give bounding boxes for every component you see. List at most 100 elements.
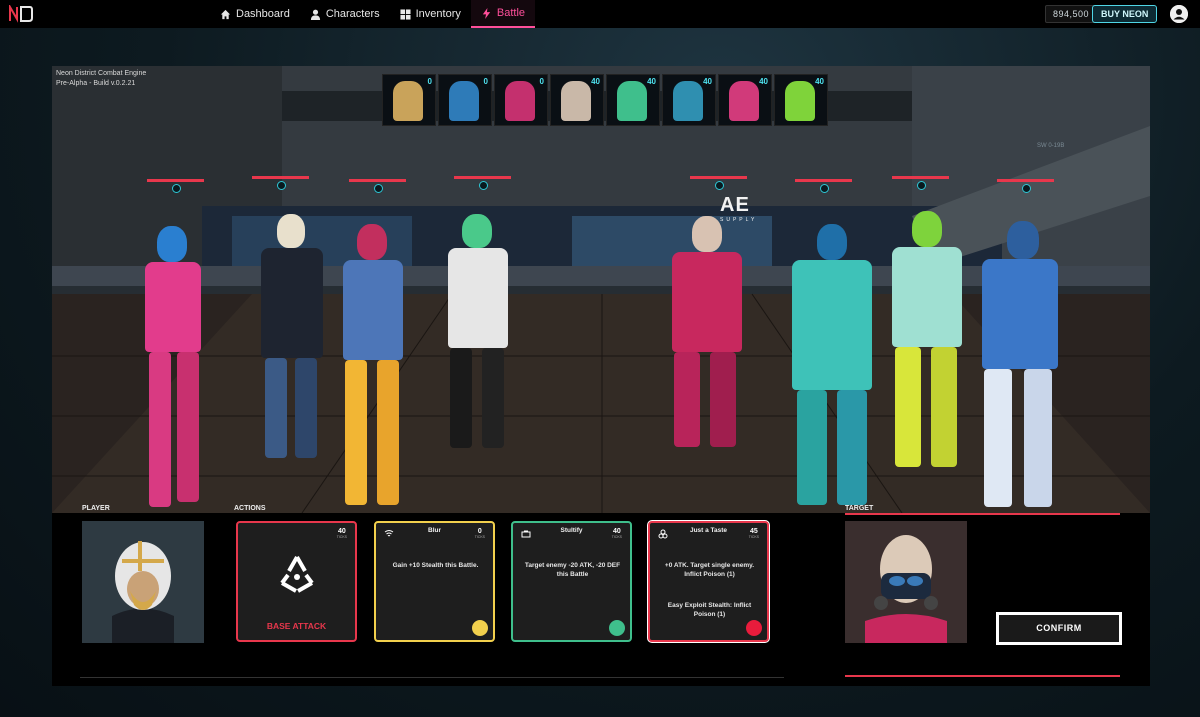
cost-unit: TICKS — [336, 535, 347, 539]
card-description: Gain +10 Stealth this Battle. — [392, 562, 479, 569]
panel-divider — [80, 677, 784, 678]
card-bonus-description: Easy Exploit Stealth: Inflict Poison (1) — [667, 602, 752, 618]
turn-portrait — [617, 81, 647, 121]
status-ring[interactable] — [917, 181, 926, 190]
turn-portrait — [729, 81, 759, 121]
hp-bar — [892, 176, 949, 179]
blur-card[interactable]: Blur 0 TICKS Gain +10 Stealth this Battle… — [374, 521, 495, 642]
stultify-card[interactable]: Stultify 40 TICKS Target enemy -20 ATK, -… — [511, 521, 632, 642]
hp-bar — [997, 179, 1054, 182]
character-enemy[interactable] — [652, 216, 762, 451]
neon-district-logo[interactable] — [8, 5, 34, 23]
battle-scene: Neon District Combat Engine Pre-Alpha - … — [52, 66, 1150, 513]
nav-dashboard-label: Dashboard — [236, 8, 290, 20]
turn-order-slot[interactable]: 0 — [382, 74, 436, 126]
engine-title: Neon District Combat Engine — [56, 70, 147, 77]
confirm-button[interactable]: CONFIRM — [996, 612, 1122, 645]
nav-inventory[interactable]: Inventory — [390, 0, 471, 28]
status-ring[interactable] — [479, 181, 488, 190]
status-ring[interactable] — [277, 181, 286, 190]
turn-tick-count: 40 — [591, 77, 600, 86]
turn-portrait — [505, 81, 535, 121]
card-type-dot — [472, 620, 488, 636]
turn-order-slot[interactable]: 40 — [606, 74, 660, 126]
card-description: +0 ATK. Target single enemy. Inflict Poi… — [664, 562, 755, 578]
recycle-attack-icon — [280, 556, 314, 593]
character-ally[interactable] — [327, 224, 437, 509]
turn-tick-count: 0 — [483, 77, 488, 86]
nav-battle[interactable]: Battle — [470, 0, 536, 28]
sign-title: AE — [720, 194, 750, 216]
cost-value: 40 — [612, 528, 621, 535]
target-portrait — [845, 521, 967, 643]
battle-panel: Neon District Combat Engine Pre-Alpha - … — [52, 66, 1150, 686]
turn-portrait — [449, 81, 479, 121]
turn-tick-count: 0 — [427, 77, 432, 86]
status-ring[interactable] — [374, 184, 383, 193]
engine-build-info: Neon District Combat Engine Pre-Alpha - … — [56, 69, 146, 89]
home-icon — [220, 9, 231, 19]
nav-menu: Dashboard Characters Inventory Battle — [210, 0, 536, 28]
action-panel: PLAYER ACTIONS 40 TICKS BASE ATTACK Blur… — [52, 505, 1150, 686]
card-cost: 40 TICKS — [337, 528, 347, 539]
turn-tick-count: 0 — [539, 77, 544, 86]
character-ally[interactable] — [432, 214, 542, 454]
target-top-line — [845, 513, 1120, 515]
card-cost: 0 TICKS — [475, 528, 485, 539]
cost-unit: TICKS — [474, 535, 485, 539]
nav-characters[interactable]: Characters — [300, 0, 390, 28]
turn-order-slot[interactable]: 40 — [662, 74, 716, 126]
buy-neon-button[interactable]: BUY NEON — [1092, 5, 1158, 23]
neon-balance: 894,500 — [1045, 5, 1098, 23]
base-attack-card[interactable]: 40 TICKS BASE ATTACK — [236, 521, 357, 642]
turn-portrait — [673, 81, 703, 121]
turn-order-slot[interactable]: 40 — [550, 74, 604, 126]
hp-bar — [690, 176, 747, 179]
hp-bar — [454, 176, 511, 179]
hp-bar — [349, 179, 406, 182]
hp-bar — [795, 179, 852, 182]
turn-order-slot[interactable]: 0 — [494, 74, 548, 126]
hp-bar — [147, 179, 204, 182]
nav-inventory-label: Inventory — [415, 8, 461, 20]
nav-dashboard[interactable]: Dashboard — [210, 0, 300, 28]
card-name: BASE ATTACK — [266, 621, 327, 631]
user-avatar-icon[interactable] — [1170, 5, 1188, 23]
turn-order-slot[interactable]: 40 — [718, 74, 772, 126]
status-ring[interactable] — [172, 184, 181, 193]
status-ring[interactable] — [820, 184, 829, 193]
card-cost: 40 TICKS — [612, 528, 622, 539]
top-navbar: Dashboard Characters Inventory Battle 89… — [0, 0, 1200, 28]
target-label: TARGET — [845, 505, 874, 512]
status-ring[interactable] — [715, 181, 724, 190]
turn-tick-count: 40 — [703, 77, 712, 86]
card-description: Target enemy -20 ATK, -20 DEF this Battl… — [524, 562, 621, 578]
person-icon — [310, 9, 320, 20]
grid-icon — [400, 8, 411, 20]
turn-portrait — [561, 81, 591, 121]
player-label: PLAYER — [82, 505, 110, 512]
card-type-dot — [609, 620, 625, 636]
cost-value: 45 — [749, 528, 758, 535]
actions-label: ACTIONS — [234, 505, 266, 512]
hp-bar — [252, 176, 309, 179]
nav-characters-label: Characters — [325, 8, 380, 20]
player-portrait — [82, 521, 204, 643]
character-ally[interactable] — [127, 226, 237, 511]
turn-order-slot[interactable]: 40 — [774, 74, 828, 126]
turn-portrait — [393, 81, 423, 121]
turn-order-bar: 0 0 0 40 40 40 40 40 — [382, 74, 828, 126]
turn-order-slot[interactable]: 0 — [438, 74, 492, 126]
wall-sign: SW 0-19B — [1037, 143, 1065, 149]
cost-value: 0 — [477, 528, 482, 535]
status-ring[interactable] — [1022, 184, 1031, 193]
cost-unit: TICKS — [611, 535, 622, 539]
target-bottom-line — [845, 675, 1120, 677]
turn-tick-count: 40 — [647, 77, 656, 86]
character-enemy[interactable] — [952, 221, 1082, 511]
just-a-taste-card[interactable]: Just a Taste 45 TICKS +0 ATK. Target sing… — [648, 521, 769, 642]
nav-battle-label: Battle — [496, 7, 526, 19]
cost-value: 40 — [337, 528, 346, 535]
turn-portrait — [785, 81, 815, 121]
bolt-icon — [482, 7, 491, 19]
